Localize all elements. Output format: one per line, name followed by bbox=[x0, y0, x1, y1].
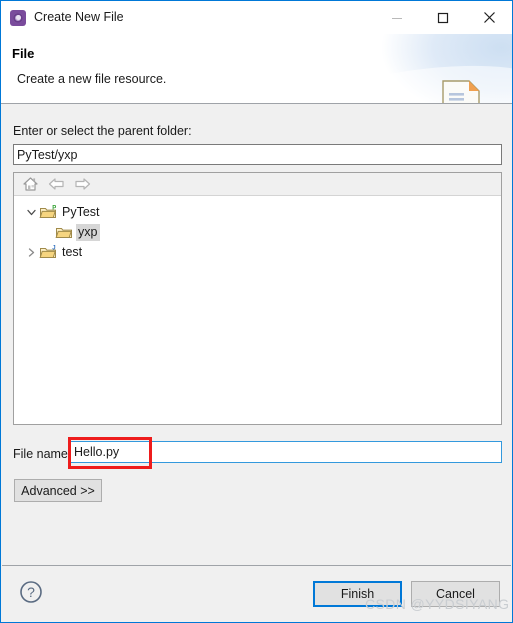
twisty-collapsed-icon[interactable] bbox=[23, 247, 39, 257]
file-name-input[interactable] bbox=[69, 441, 502, 463]
advanced-button[interactable]: Advanced >> bbox=[14, 479, 102, 502]
tree-toolbar bbox=[14, 173, 501, 196]
tree-node-label: PyTest bbox=[62, 204, 100, 219]
help-question-icon[interactable]: ? bbox=[19, 580, 43, 604]
twisty-expanded-icon[interactable] bbox=[23, 208, 39, 217]
tree-node-pytest[interactable]: P PyTest bbox=[14, 202, 501, 222]
tree-node-test[interactable]: J test bbox=[14, 242, 501, 262]
finish-button[interactable]: Finish bbox=[313, 581, 402, 607]
svg-text:P: P bbox=[52, 205, 56, 211]
folder-tree-panel: P PyTest yxp J test bbox=[13, 172, 502, 425]
cancel-button[interactable]: Cancel bbox=[411, 581, 500, 607]
tree-node-label: test bbox=[62, 244, 83, 259]
eclipse-wizard-icon bbox=[10, 9, 26, 26]
file-name-label: File name bbox=[13, 447, 68, 461]
wizard-header: File Create a new file resource. bbox=[1, 34, 512, 104]
parent-folder-label: Enter or select the parent folder: bbox=[13, 124, 192, 138]
svg-text:J: J bbox=[52, 245, 55, 251]
svg-text:?: ? bbox=[27, 584, 35, 600]
forward-arrow-icon[interactable] bbox=[74, 176, 91, 192]
title-bar: Create New File bbox=[1, 1, 512, 34]
minimize-icon[interactable] bbox=[374, 1, 420, 34]
project-folder-icon: P bbox=[39, 205, 56, 218]
window-controls bbox=[374, 1, 512, 34]
home-icon[interactable] bbox=[22, 176, 39, 192]
tree-node-yxp[interactable]: yxp bbox=[14, 222, 501, 242]
page-title: File bbox=[12, 46, 35, 61]
page-description: Create a new file resource. bbox=[17, 72, 167, 86]
new-file-document-icon bbox=[442, 80, 480, 103]
parent-folder-input[interactable] bbox=[13, 144, 502, 165]
folder-icon bbox=[55, 228, 72, 238]
project-folder-icon: J bbox=[39, 245, 56, 258]
dialog-footer: ? Finish Cancel bbox=[2, 565, 511, 622]
back-arrow-icon[interactable] bbox=[48, 176, 65, 192]
close-icon[interactable] bbox=[466, 1, 512, 34]
window-title: Create New File bbox=[34, 10, 124, 25]
tree-node-label: yxp bbox=[76, 223, 101, 241]
maximize-icon[interactable] bbox=[420, 1, 466, 34]
folder-tree[interactable]: P PyTest yxp J test bbox=[14, 196, 501, 425]
dialog-body: Enter or select the parent folder: PyTes… bbox=[2, 104, 511, 565]
create-new-file-dialog: Create New File File Create a new file r… bbox=[0, 0, 513, 623]
